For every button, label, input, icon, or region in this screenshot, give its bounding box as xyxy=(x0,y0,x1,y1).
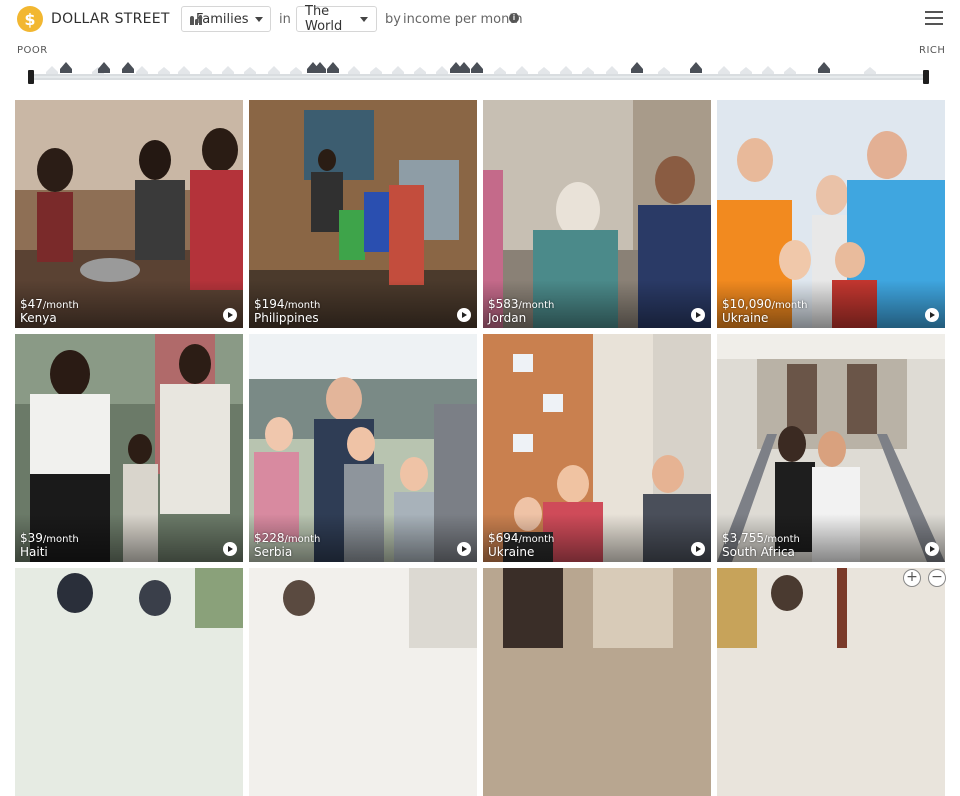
country-label: Haiti xyxy=(20,545,48,559)
income-label: $694/month xyxy=(488,531,555,545)
income-label: $194/month xyxy=(254,297,321,311)
income-label: $3,755/month xyxy=(722,531,800,545)
family-card-partial[interactable] xyxy=(717,568,945,796)
rich-label: RICH xyxy=(919,45,946,56)
family-photo xyxy=(249,568,477,796)
zoom-in-button[interactable]: + xyxy=(903,569,921,587)
family-card-partial[interactable] xyxy=(483,568,711,796)
zoom-out-button[interactable]: − xyxy=(928,569,946,587)
income-street-graphic xyxy=(28,62,929,84)
income-label: $10,090/month xyxy=(722,297,808,311)
country-label: Ukraine xyxy=(488,545,535,559)
family-card-jordan[interactable]: $583/month Jordan xyxy=(483,100,711,328)
play-icon[interactable] xyxy=(691,542,705,556)
family-photo xyxy=(483,568,711,796)
play-icon[interactable] xyxy=(691,308,705,322)
hamburger-menu-icon[interactable] xyxy=(925,11,943,25)
region-select[interactable]: The World xyxy=(296,4,377,34)
play-icon[interactable] xyxy=(925,542,939,556)
play-icon[interactable] xyxy=(223,308,237,322)
play-icon[interactable] xyxy=(457,542,471,556)
family-card-haiti[interactable]: $39/month Haiti xyxy=(15,334,243,562)
country-label: Ukraine xyxy=(722,311,769,325)
income-scale[interactable] xyxy=(18,58,942,86)
family-card-ukraine-2[interactable]: $694/month Ukraine xyxy=(483,334,711,562)
country-label: Philippines xyxy=(254,311,319,325)
country-label: Kenya xyxy=(20,311,57,325)
families-select-label: Families xyxy=(196,11,249,27)
family-card-south-africa[interactable]: $3,755/month South Africa xyxy=(717,334,945,562)
income-label: $228/month xyxy=(254,531,321,545)
play-icon[interactable] xyxy=(223,542,237,556)
poor-label: POOR xyxy=(17,45,48,56)
income-label: $583/month xyxy=(488,297,555,311)
income-per-month-label[interactable]: income per month xyxy=(403,12,523,27)
brand-title[interactable]: DOLLAR STREET xyxy=(51,11,170,27)
family-card-philippines[interactable]: $194/month Philippines xyxy=(249,100,477,328)
family-card-kenya[interactable]: $47/month Kenya xyxy=(15,100,243,328)
country-label: Serbia xyxy=(254,545,293,559)
family-photo xyxy=(15,568,243,796)
country-label: South Africa xyxy=(722,545,795,559)
family-photo xyxy=(717,568,945,796)
in-text: in xyxy=(279,12,291,27)
chevron-down-icon xyxy=(360,16,368,22)
dollar-street-logo[interactable]: $ xyxy=(17,6,43,32)
play-icon[interactable] xyxy=(925,308,939,322)
income-label: $39/month xyxy=(20,531,79,545)
by-text: by xyxy=(385,12,401,27)
top-bar: $ DOLLAR STREET Families in The World by… xyxy=(0,0,960,38)
country-label: Jordan xyxy=(488,311,527,325)
family-card-ukraine[interactable]: $10,090/month Ukraine xyxy=(717,100,945,328)
family-card-partial[interactable] xyxy=(15,568,243,796)
play-icon[interactable] xyxy=(457,308,471,322)
families-select[interactable]: Families xyxy=(181,6,271,32)
family-card-serbia[interactable]: $228/month Serbia xyxy=(249,334,477,562)
info-icon[interactable]: i xyxy=(509,13,519,23)
region-select-label: The World xyxy=(305,4,343,34)
family-card-partial[interactable] xyxy=(249,568,477,796)
chevron-down-icon xyxy=(254,16,263,22)
income-label: $47/month xyxy=(20,297,79,311)
